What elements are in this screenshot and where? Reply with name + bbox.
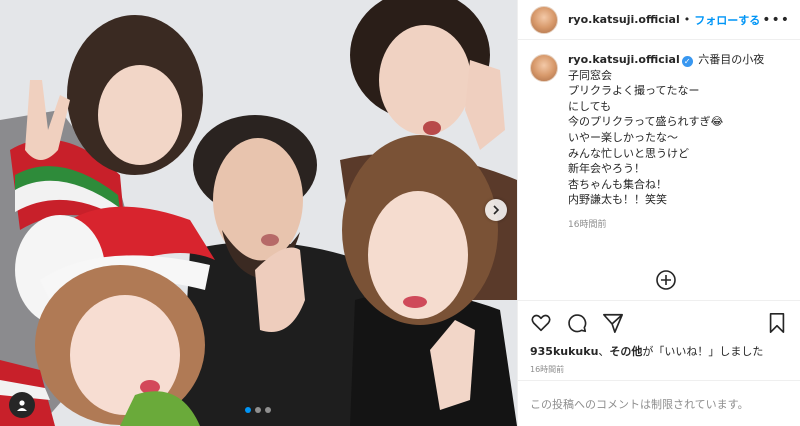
comment-icon[interactable] bbox=[566, 312, 588, 334]
avatar[interactable] bbox=[530, 5, 558, 34]
caption-username[interactable]: ryo.katsuji.official bbox=[568, 53, 680, 66]
caption-area: ryo.katsuji.official ✓ 六番目の小夜子同窓会 プリクラよく撮… bbox=[518, 40, 800, 300]
post-side-panel: ryo.katsuji.official • フォローする ••• ryo.ka… bbox=[517, 0, 800, 426]
group-photo-image bbox=[0, 0, 517, 426]
follow-button[interactable]: フォローする bbox=[694, 12, 760, 28]
caption: ryo.katsuji.official ✓ 六番目の小夜子同窓会 プリクラよく撮… bbox=[530, 52, 788, 234]
plus-circle-icon[interactable] bbox=[655, 269, 677, 291]
carousel-indicator bbox=[245, 407, 271, 413]
caption-line: にしても bbox=[568, 99, 612, 113]
likes-suffix: が「いいね！」しました bbox=[642, 345, 764, 358]
post-timestamp: 16時間前 bbox=[530, 365, 565, 374]
carousel-dot bbox=[245, 407, 251, 413]
caption-line: 新年会やろう！ bbox=[568, 162, 645, 176]
post-header: ryo.katsuji.official • フォローする ••• bbox=[518, 0, 800, 40]
caption-line: プリクラよく撮ってたなー bbox=[568, 84, 700, 98]
user-tag-button[interactable] bbox=[9, 392, 35, 418]
instagram-post: ryo.katsuji.official • フォローする ••• ryo.ka… bbox=[0, 0, 800, 426]
caption-line: 杏ちゃんも集合ね！ bbox=[568, 177, 667, 191]
carousel-dot bbox=[265, 407, 271, 413]
likes-summary: 935kukuku、その他が「いいね！」しました bbox=[518, 344, 800, 360]
post-photo[interactable] bbox=[0, 0, 517, 426]
carousel-dot bbox=[255, 407, 261, 413]
action-bar bbox=[518, 300, 800, 344]
caption-line: 内野謙太も！！笑笑 bbox=[568, 193, 667, 207]
bookmark-icon[interactable] bbox=[766, 312, 788, 334]
likes-joiner: 、 bbox=[598, 345, 610, 358]
more-options-button[interactable]: ••• bbox=[762, 12, 790, 28]
caption-line: いやー楽しかったな〜 bbox=[568, 130, 678, 144]
caption-avatar[interactable] bbox=[530, 54, 558, 82]
heart-icon[interactable] bbox=[530, 312, 552, 334]
comment-restricted-notice: この投稿へのコメントは制限されています。 bbox=[518, 380, 800, 426]
caption-line: 今のプリクラって盛られすぎ😂 bbox=[568, 115, 724, 129]
verified-badge-icon: ✓ bbox=[681, 56, 693, 67]
user-tag-icon bbox=[17, 400, 27, 411]
chevron-right-icon bbox=[493, 205, 500, 215]
share-icon[interactable] bbox=[602, 312, 624, 334]
likes-others-link[interactable]: その他 bbox=[609, 345, 642, 358]
header-separator: • bbox=[683, 13, 691, 26]
header-username[interactable]: ryo.katsuji.official bbox=[568, 13, 680, 26]
caption-time: 16時間前 bbox=[568, 219, 607, 230]
comment-restricted-text: この投稿へのコメントは制限されています。 bbox=[530, 397, 749, 411]
caption-body: ryo.katsuji.official ✓ 六番目の小夜子同窓会 プリクラよく撮… bbox=[568, 52, 773, 234]
liked-by-user[interactable]: 935kukuku bbox=[530, 345, 598, 358]
caption-line: みんな忙しいと思うけど bbox=[568, 146, 689, 160]
next-slide-button[interactable] bbox=[485, 199, 507, 221]
